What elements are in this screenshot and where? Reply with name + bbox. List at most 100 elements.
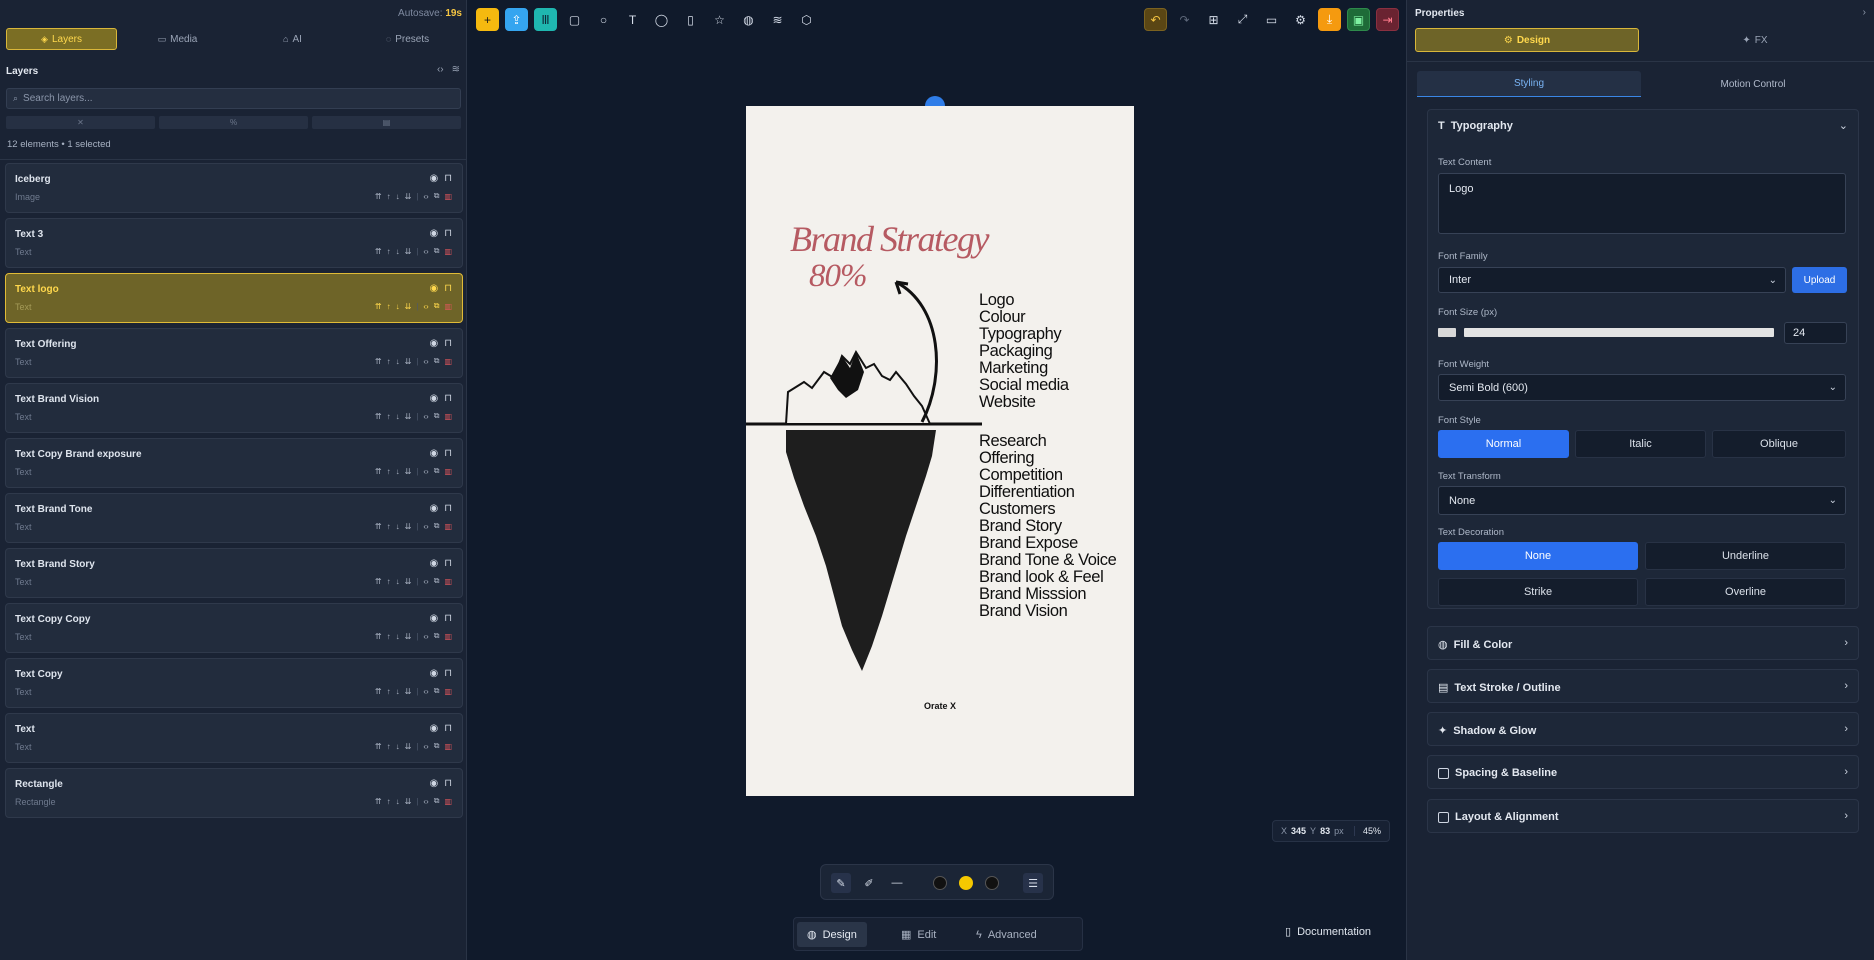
lock-icon[interactable]: ⊓	[444, 283, 452, 294]
code-icon[interactable]: ‹›	[423, 302, 428, 311]
move-down-icon[interactable]: ↓	[396, 247, 400, 256]
decoration-overline[interactable]: Overline	[1645, 578, 1846, 606]
eye-icon[interactable]: ◉	[429, 228, 438, 239]
mode-edit[interactable]: ▦ Edit	[891, 922, 946, 947]
move-bottom-icon[interactable]: ⇊	[405, 687, 412, 696]
fullscreen-icon[interactable]: ⤢	[1231, 8, 1254, 31]
move-bottom-icon[interactable]: ⇊	[405, 247, 412, 256]
duplicate-icon[interactable]: ⧉	[434, 246, 440, 256]
lock-icon[interactable]: ⊓	[444, 723, 452, 734]
move-bottom-icon[interactable]: ⇊	[405, 797, 412, 806]
move-up-icon[interactable]: ↑	[387, 302, 391, 311]
tab-media[interactable]: ▭ Media	[123, 28, 232, 50]
move-top-icon[interactable]: ⇈	[375, 687, 382, 696]
zoom-level[interactable]: 45%	[1353, 826, 1389, 836]
duplicate-icon[interactable]: ⧉	[434, 356, 440, 366]
move-bottom-icon[interactable]: ⇊	[405, 302, 412, 311]
move-top-icon[interactable]: ⇈	[375, 797, 382, 806]
trash-icon[interactable]: ▥	[444, 467, 452, 476]
eye-icon[interactable]: ◉	[429, 503, 438, 514]
move-up-icon[interactable]: ↑	[387, 632, 391, 641]
brand-strategy-percent[interactable]: 80%	[809, 258, 867, 295]
tab-fx[interactable]: ✦ FX	[1643, 28, 1867, 52]
code-icon[interactable]: ‹›	[423, 797, 428, 806]
trash-icon[interactable]: ▥	[444, 577, 452, 586]
decoration-none[interactable]: None	[1438, 542, 1638, 570]
trash-icon[interactable]: ▥	[444, 357, 452, 366]
move-bottom-icon[interactable]: ⇊	[405, 522, 412, 531]
move-top-icon[interactable]: ⇈	[375, 467, 382, 476]
move-up-icon[interactable]: ↑	[387, 577, 391, 586]
font-size-input[interactable]: 24	[1784, 322, 1847, 344]
move-down-icon[interactable]: ↓	[396, 522, 400, 531]
decoration-underline[interactable]: Underline	[1645, 542, 1846, 570]
undo-icon[interactable]: ↶	[1144, 8, 1167, 31]
move-down-icon[interactable]: ↓	[396, 577, 400, 586]
tab-design[interactable]: ⚙ Design	[1415, 28, 1639, 52]
section-layout-alignment[interactable]: Layout & Alignment ›	[1427, 799, 1859, 833]
move-up-icon[interactable]: ↑	[387, 357, 391, 366]
code-icon[interactable]: ‹›	[437, 64, 444, 75]
move-down-icon[interactable]: ↓	[396, 742, 400, 751]
move-top-icon[interactable]: ⇈	[375, 357, 382, 366]
eye-icon[interactable]: ◉	[429, 283, 438, 294]
artboard[interactable]: Brand Strategy 80% Logo Colour Typography P…	[746, 106, 1134, 796]
star-icon[interactable]: ☆	[708, 8, 731, 31]
text-content-input[interactable]: Logo	[1438, 173, 1846, 234]
move-up-icon[interactable]: ↑	[387, 247, 391, 256]
upload-font-button[interactable]: Upload	[1792, 267, 1847, 293]
move-up-icon[interactable]: ↑	[387, 522, 391, 531]
eye-icon[interactable]: ◉	[429, 558, 438, 569]
circle-tool-icon[interactable]: ○	[592, 8, 615, 31]
layer-row[interactable]: Text logo Text ◉ ⊓ ⇈ ↑ ↓ ⇊ | ‹› ⧉ ▥	[5, 273, 463, 323]
layer-row[interactable]: Text Copy Copy Text ◉ ⊓ ⇈ ↑ ↓ ⇊ | ‹› ⧉ ▥	[5, 603, 463, 653]
tab-layers[interactable]: ◈ Layers	[6, 28, 117, 50]
move-top-icon[interactable]: ⇈	[375, 742, 382, 751]
layer-row[interactable]: Text Text ◉ ⊓ ⇈ ↑ ↓ ⇊ | ‹› ⧉ ▥	[5, 713, 463, 763]
layer-row[interactable]: Text Copy Brand exposure Text ◉ ⊓ ⇈ ↑ ↓ ⇊ | ‹› ⧉ ▥	[5, 438, 463, 488]
font-style-oblique[interactable]: Oblique	[1712, 430, 1846, 458]
move-down-icon[interactable]: ↓	[396, 687, 400, 696]
text-tool-icon[interactable]: T	[621, 8, 644, 31]
code-icon[interactable]: ‹›	[423, 247, 428, 256]
layer-row[interactable]: Text Offering Text ◉ ⊓ ⇈ ↑ ↓ ⇊ | ‹› ⧉ ▥	[5, 328, 463, 378]
lock-icon[interactable]: ⊓	[444, 613, 452, 624]
tab-ai[interactable]: ⌂ AI	[238, 28, 347, 50]
code-icon[interactable]: ‹›	[423, 467, 428, 476]
mode-advanced[interactable]: ϟ Advanced	[966, 922, 1047, 947]
section-spacing-baseline[interactable]: Spacing & Baseline ›	[1427, 755, 1859, 789]
phone-frame-icon[interactable]: ▯	[679, 8, 702, 31]
font-weight-select[interactable]: Semi Bold (600) ⌄	[1438, 374, 1846, 401]
duplicate-icon[interactable]: ⧉	[434, 796, 440, 806]
duplicate-icon[interactable]: ⧉	[434, 686, 440, 696]
layers-stack-icon[interactable]: ≋	[766, 8, 789, 31]
move-up-icon[interactable]: ↑	[387, 192, 391, 201]
move-bottom-icon[interactable]: ⇊	[405, 467, 412, 476]
trash-icon[interactable]: ▥	[444, 247, 452, 256]
search-input[interactable]	[23, 93, 444, 104]
font-style-normal[interactable]: Normal	[1438, 430, 1569, 458]
trash-icon[interactable]: ▥	[444, 302, 452, 311]
section-shadow-glow[interactable]: ✦ Shadow & Glow ›	[1427, 712, 1859, 746]
documentation-link[interactable]: ▯ Documentation	[1285, 925, 1371, 939]
speech-bubble-icon[interactable]: ◯	[650, 8, 673, 31]
open-folder-icon[interactable]: ▭	[1260, 8, 1283, 31]
palette-tool-icon[interactable]: ◍	[737, 8, 760, 31]
move-top-icon[interactable]: ⇈	[375, 577, 382, 586]
brand-strategy-title[interactable]: Brand Strategy	[790, 218, 989, 260]
trash-icon[interactable]: ▥	[444, 632, 452, 641]
code-icon[interactable]: ‹›	[423, 357, 428, 366]
lock-icon[interactable]: ⊓	[444, 173, 452, 184]
stack-icon[interactable]: ≋	[452, 64, 460, 75]
redo-icon[interactable]: ↷	[1173, 8, 1196, 31]
grid-icon[interactable]: ⊞	[1202, 8, 1225, 31]
sliders-icon[interactable]: ☰	[1023, 873, 1043, 893]
move-top-icon[interactable]: ⇈	[375, 302, 382, 311]
lock-icon[interactable]: ⊓	[444, 558, 452, 569]
duplicate-icon[interactable]: ⧉	[434, 411, 440, 421]
mode-design[interactable]: ◍ Design	[797, 922, 867, 947]
move-up-icon[interactable]: ↑	[387, 467, 391, 476]
tab-presets[interactable]: ◌ Presets	[353, 28, 462, 50]
highlighter-icon[interactable]: ✐	[859, 873, 879, 893]
move-up-icon[interactable]: ↑	[387, 742, 391, 751]
